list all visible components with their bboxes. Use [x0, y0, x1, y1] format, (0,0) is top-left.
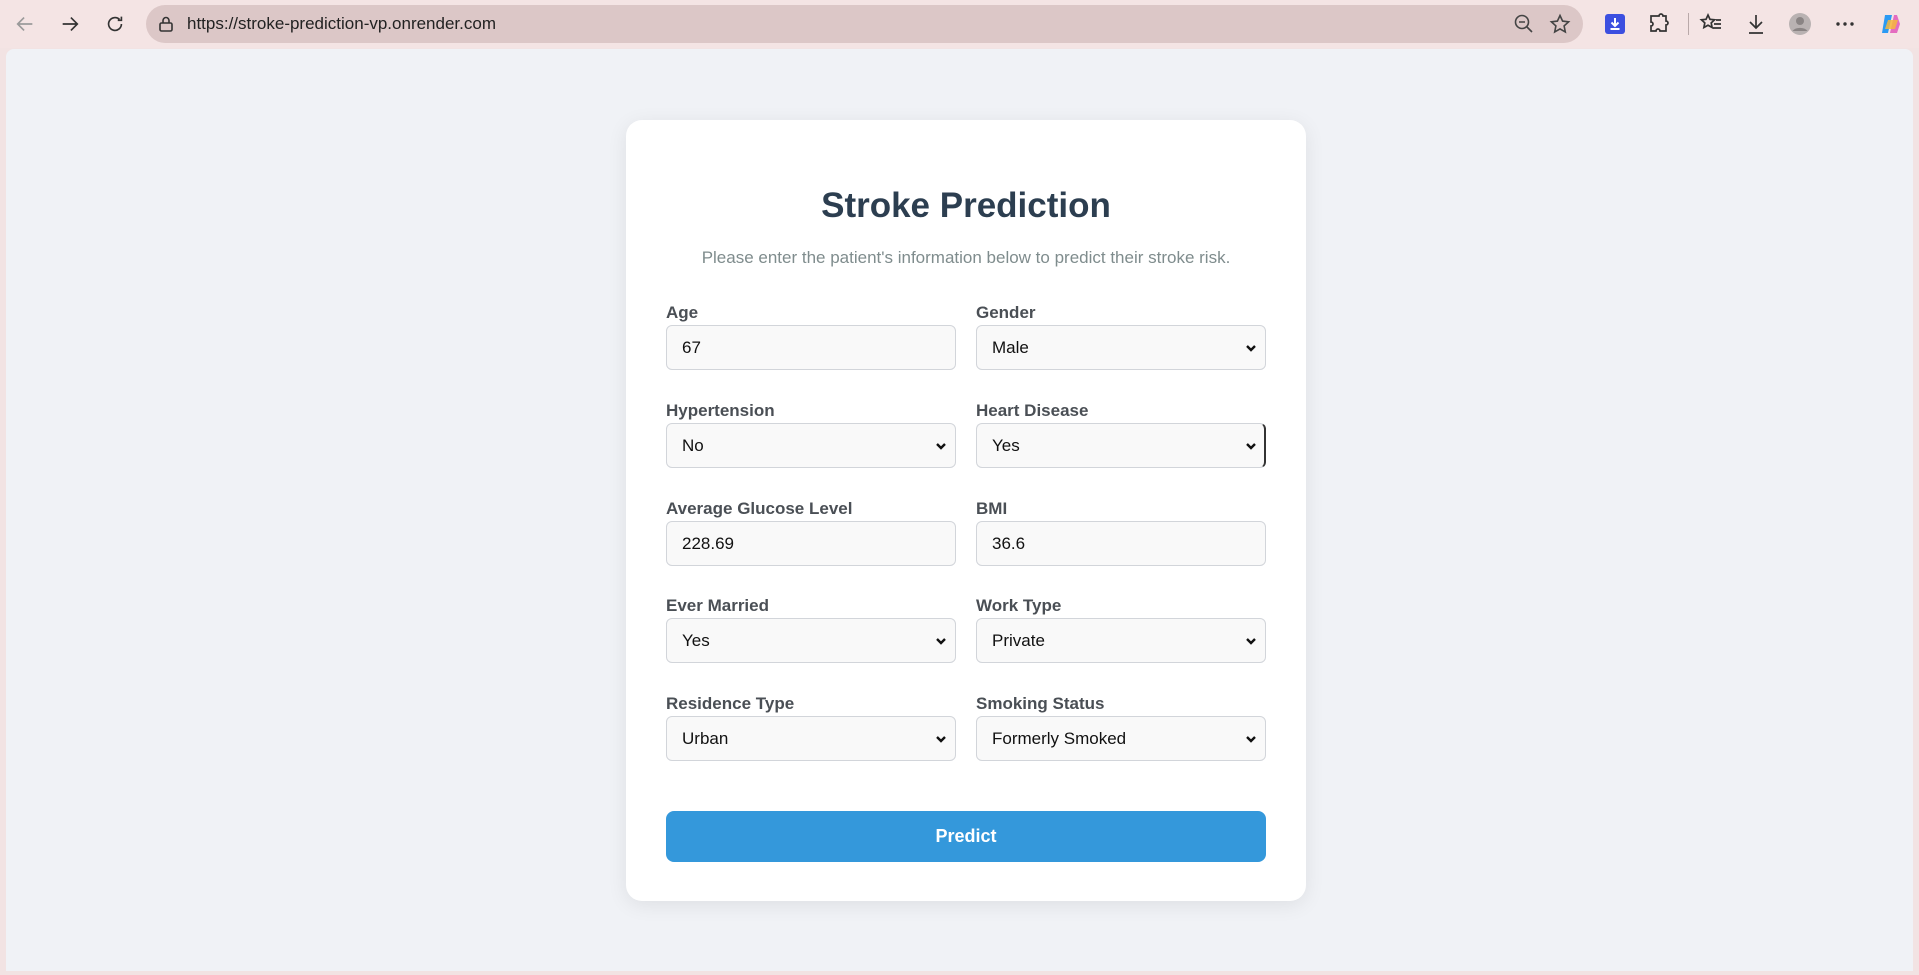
hypertension-selected-value: No — [682, 436, 704, 455]
predict-button[interactable]: Predict — [666, 811, 1266, 862]
bmi-label: BMI — [976, 499, 1008, 518]
bmi-field: BMI 36.6 — [976, 497, 1266, 566]
chevron-down-icon — [935, 439, 947, 451]
ever-married-selected-value: Yes — [682, 631, 710, 650]
browser-toolbar: https://stroke-prediction-vp.onrender.co… — [0, 0, 1919, 48]
heart-disease-select[interactable]: Yes — [976, 423, 1266, 468]
chevron-down-icon — [1245, 439, 1257, 451]
work-type-label: Work Type — [976, 596, 1062, 615]
ever-married-field: Ever Married Yes — [666, 594, 956, 663]
hypertension-label: Hypertension — [666, 401, 775, 420]
bmi-input[interactable]: 36.6 — [976, 521, 1266, 566]
download-extension-icon[interactable] — [1601, 10, 1629, 38]
back-button[interactable] — [9, 8, 41, 40]
ever-married-select[interactable]: Yes — [666, 618, 956, 663]
heart-disease-field: Heart Disease Yes — [976, 399, 1266, 468]
refresh-icon — [107, 16, 123, 32]
toolbar-divider — [1688, 13, 1689, 35]
extensions-puzzle-icon[interactable] — [1645, 10, 1673, 38]
residence-label: Residence Type — [666, 694, 795, 713]
smoking-selected-value: Formerly Smoked — [992, 729, 1127, 748]
work-type-select[interactable]: Private — [976, 618, 1266, 663]
residence-field: Residence Type Urban — [666, 692, 956, 761]
smoking-label: Smoking Status — [976, 694, 1105, 713]
age-label: Age — [666, 303, 699, 322]
heart-disease-selected-value: Yes — [992, 436, 1020, 455]
lock-icon — [156, 14, 176, 34]
more-options-icon[interactable] — [1831, 10, 1859, 38]
gender-selected-value: Male — [992, 338, 1029, 357]
page-viewport: Stroke Prediction Please enter the patie… — [6, 49, 1913, 971]
page-title: Stroke Prediction — [821, 186, 1111, 225]
chevron-down-icon — [1245, 634, 1257, 646]
downloads-icon[interactable] — [1742, 10, 1770, 38]
zoom-out-icon[interactable] — [1513, 13, 1535, 35]
chevron-down-icon — [1245, 732, 1257, 744]
profile-avatar-icon[interactable] — [1786, 10, 1814, 38]
glucose-label: Average Glucose Level — [666, 499, 853, 518]
smoking-select[interactable]: Formerly Smoked — [976, 716, 1266, 761]
address-bar[interactable]: https://stroke-prediction-vp.onrender.co… — [146, 5, 1583, 43]
chevron-down-icon — [935, 732, 947, 744]
favorite-star-icon[interactable] — [1549, 13, 1571, 35]
residence-selected-value: Urban — [682, 729, 729, 748]
heart-disease-label: Heart Disease — [976, 401, 1089, 420]
favorites-icon[interactable] — [1697, 10, 1725, 38]
gender-field: Gender Male — [976, 301, 1266, 370]
hypertension-field: Hypertension No — [666, 399, 956, 468]
page-subtitle: Please enter the patient's information b… — [701, 248, 1231, 267]
ever-married-label: Ever Married — [666, 596, 769, 615]
work-type-selected-value: Private — [992, 631, 1045, 650]
smoking-field: Smoking Status Formerly Smoked — [976, 692, 1266, 761]
url-text[interactable]: https://stroke-prediction-vp.onrender.co… — [187, 5, 496, 43]
hypertension-select[interactable]: No — [666, 423, 956, 468]
work-type-field: Work Type Private — [976, 594, 1266, 663]
chevron-down-icon — [935, 634, 947, 646]
gender-select[interactable]: Male — [976, 325, 1266, 370]
refresh-button[interactable] — [99, 8, 131, 40]
gender-label: Gender — [976, 303, 1036, 322]
residence-select[interactable]: Urban — [666, 716, 956, 761]
chevron-down-icon — [1245, 341, 1257, 353]
prediction-form-card: Stroke Prediction Please enter the patie… — [626, 120, 1306, 901]
copilot-icon[interactable] — [1877, 10, 1905, 38]
forward-button[interactable] — [54, 8, 86, 40]
back-arrow-icon — [16, 16, 33, 32]
glucose-input[interactable]: 228.69 — [666, 521, 956, 566]
age-input[interactable]: 67 — [666, 325, 956, 370]
age-field: Age 67 — [666, 301, 956, 370]
glucose-field: Average Glucose Level 228.69 — [666, 497, 956, 566]
forward-arrow-icon — [62, 16, 79, 32]
